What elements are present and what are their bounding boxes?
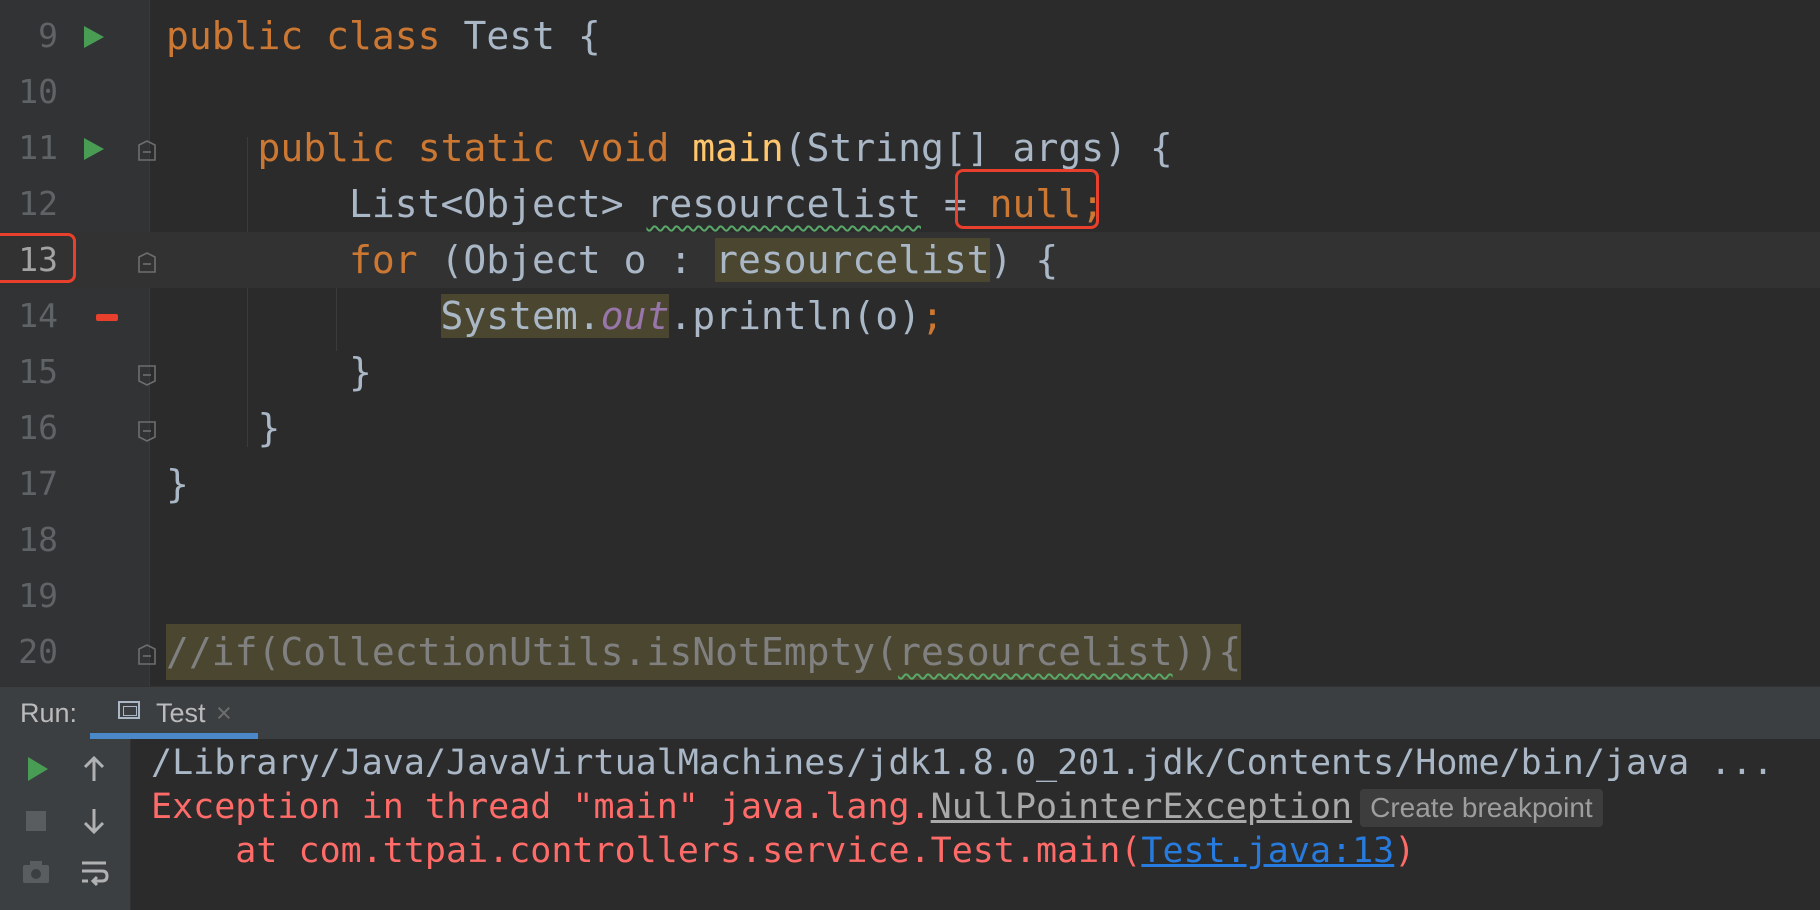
tab-label: Test	[156, 698, 206, 728]
line-number-highlight-box	[0, 233, 76, 283]
breakpoint-marker-icon[interactable]	[96, 314, 118, 321]
line-number: 9	[38, 16, 58, 55]
fold-icon[interactable]	[136, 252, 158, 274]
fold-icon[interactable]	[136, 644, 158, 666]
commented-code: //if(CollectionUtils.isNotEmpty(resource…	[166, 624, 1242, 680]
code-text: System.out.println(o);	[440, 294, 944, 338]
fold-icon[interactable]	[136, 420, 158, 442]
line-number: 20	[18, 632, 58, 671]
code-line-9[interactable]: 9 public class Test {	[0, 8, 1820, 64]
code-line-14[interactable]: 14 System.out.println(o);	[0, 288, 1820, 344]
source-location-link[interactable]: Test.java:13	[1141, 831, 1394, 871]
line-number: 17	[18, 464, 58, 503]
code-line-11[interactable]: 11 public static void main(String[] args…	[0, 120, 1820, 176]
code-line-12[interactable]: 12 List<Object> resourcelist = null;	[0, 176, 1820, 232]
fold-icon[interactable]	[136, 140, 158, 162]
line-number: 18	[18, 520, 58, 559]
code-text: for (Object o : resourcelist) {	[349, 238, 1059, 282]
line-number: 10	[18, 72, 58, 111]
code-text: }	[349, 350, 372, 394]
create-breakpoint-hint[interactable]: Create breakpoint	[1360, 789, 1603, 827]
code-editor[interactable]: 9 public class Test { 10 11 public stati…	[0, 0, 1820, 686]
line-number: 12	[18, 184, 58, 223]
line-number: 14	[18, 296, 58, 335]
code-line-20[interactable]: 20 //if(CollectionUtils.isNotEmpty(resou…	[0, 624, 1820, 680]
console-line-command: /Library/Java/JavaVirtualMachines/jdk1.8…	[151, 743, 1774, 783]
code-text: }	[166, 462, 189, 506]
code-text: public static void main(String[] args) {	[257, 126, 1173, 170]
run-gutter-icon[interactable]	[84, 26, 104, 48]
line-number: 19	[18, 576, 58, 615]
code-line-17[interactable]: 17 }	[0, 456, 1820, 512]
run-toolbar	[0, 739, 131, 910]
stop-icon[interactable]	[16, 801, 56, 841]
null-highlight-box	[955, 169, 1099, 229]
run-panel-header: Run: Test ×	[0, 686, 1820, 739]
close-icon[interactable]: ×	[216, 687, 232, 739]
code-line-16[interactable]: 16 }	[0, 400, 1820, 456]
code-line-13[interactable]: 13 for (Object o : resourcelist) {	[0, 232, 1820, 288]
soft-wrap-icon[interactable]	[74, 851, 114, 891]
console-line-exception: Exception in thread "main" java.lang.Nul…	[151, 785, 1603, 829]
run-panel-title: Run:	[20, 698, 78, 728]
code-text: public class Test {	[166, 14, 601, 58]
console-tab-icon	[118, 701, 140, 719]
run-gutter-icon[interactable]	[84, 138, 104, 160]
snapshot-icon[interactable]	[16, 851, 56, 891]
console-line-stacktrace: at com.ttpai.controllers.service.Test.ma…	[151, 831, 1416, 871]
code-text: }	[257, 406, 281, 450]
line-number: 11	[18, 128, 58, 167]
code-line-18[interactable]: 18	[0, 512, 1820, 568]
scroll-up-icon[interactable]	[74, 749, 114, 789]
code-line-19[interactable]: 19	[0, 568, 1820, 624]
line-number: 16	[18, 408, 58, 447]
tab-test[interactable]: Test ×	[90, 687, 258, 739]
code-line-15[interactable]: 15 }	[0, 344, 1820, 400]
exception-class-link[interactable]: NullPointerException	[931, 787, 1352, 827]
scroll-down-icon[interactable]	[74, 801, 114, 841]
console-output[interactable]: /Library/Java/JavaVirtualMachines/jdk1.8…	[131, 739, 1820, 910]
code-line-10[interactable]: 10	[0, 64, 1820, 120]
fold-icon[interactable]	[136, 364, 158, 386]
rerun-icon[interactable]	[16, 749, 56, 789]
line-number: 15	[18, 352, 58, 391]
